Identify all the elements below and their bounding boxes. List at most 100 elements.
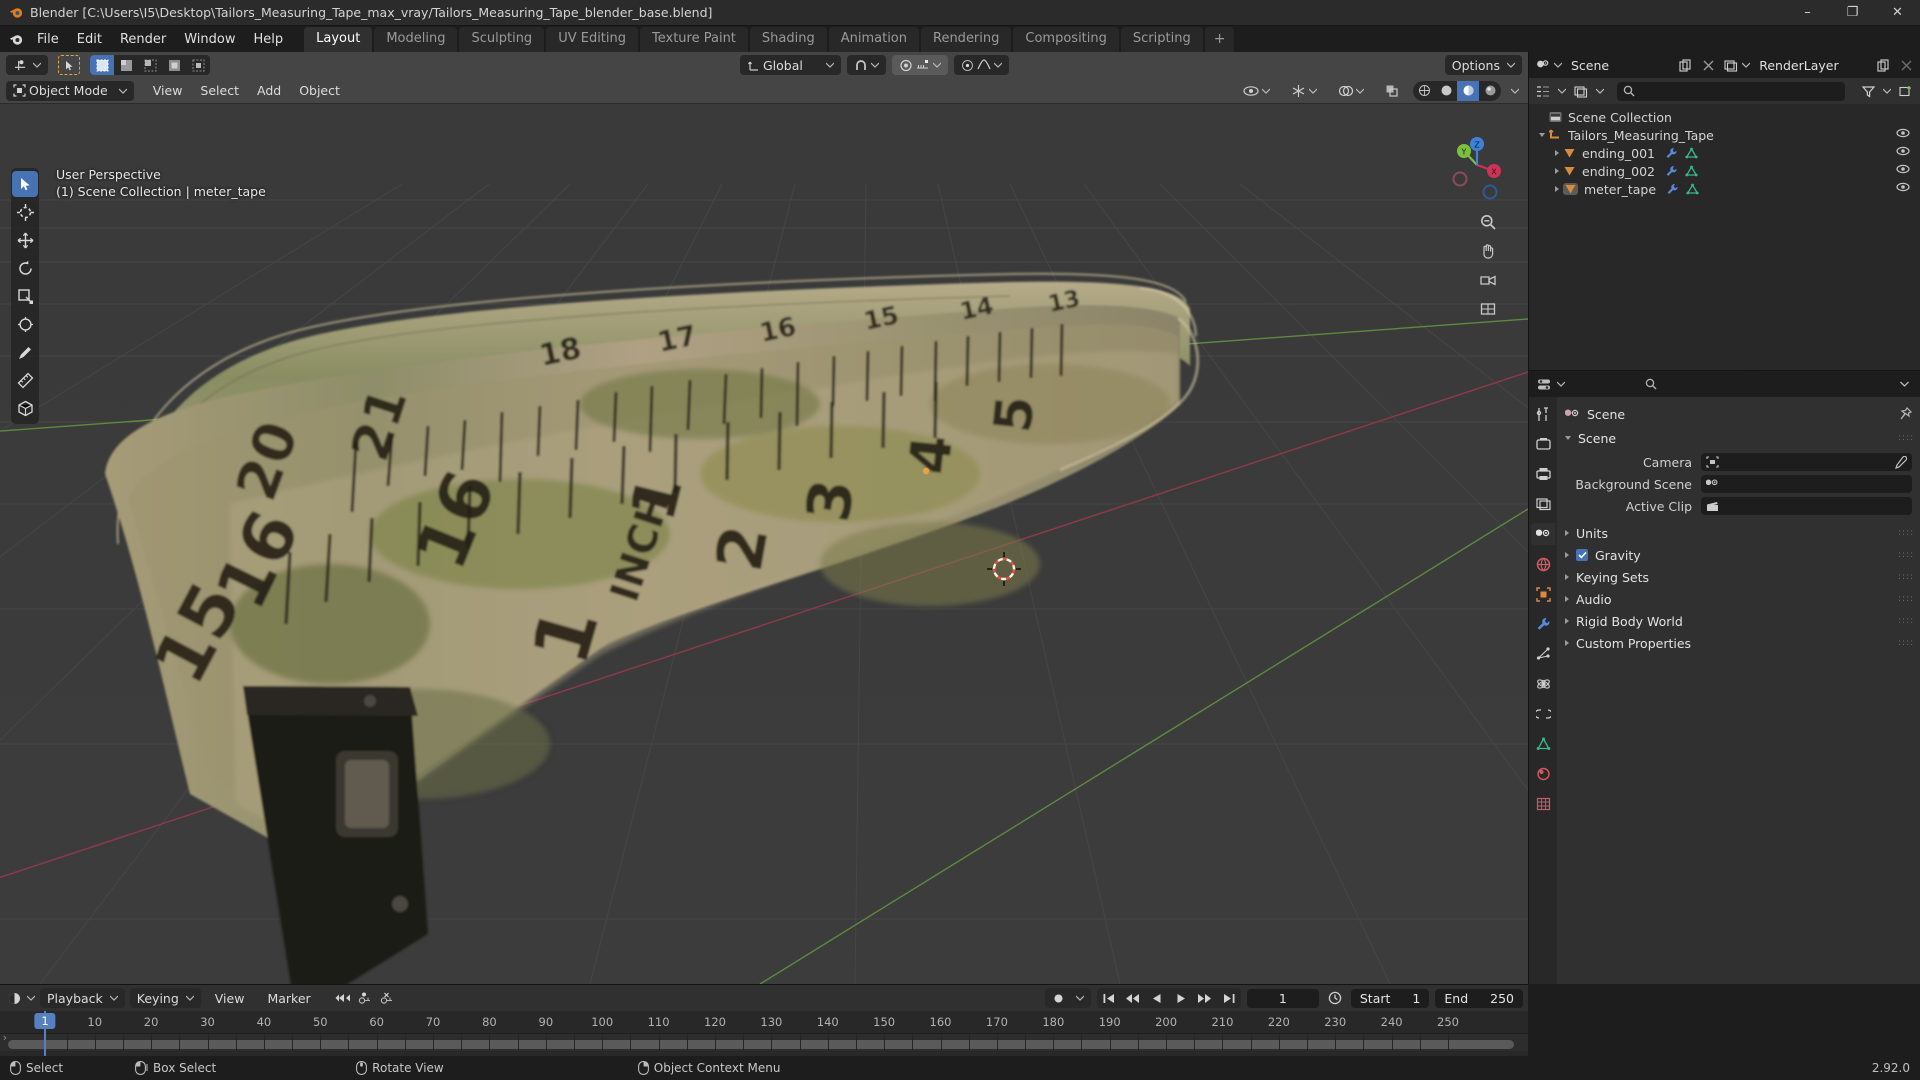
properties-tab-output[interactable] — [1531, 463, 1555, 485]
timeline-playback-dropdown[interactable]: Playback — [40, 988, 125, 1008]
panel-drag-dots[interactable]: :::: — [1898, 434, 1913, 443]
modifier-wrench-icon[interactable] — [1665, 165, 1678, 177]
outliner-row-tailors-measuring-tape[interactable]: Tailors_Measuring_Tape — [1529, 126, 1920, 144]
tab-modeling[interactable]: Modeling — [374, 27, 458, 52]
properties-options-dropdown[interactable] — [1895, 375, 1915, 394]
add-workspace-button[interactable]: + — [1204, 27, 1235, 52]
visibility-dropdown[interactable] — [1236, 81, 1277, 101]
properties-tab-render[interactable] — [1531, 433, 1555, 455]
menu-render[interactable]: Render — [111, 29, 175, 50]
active-tool-icon[interactable] — [6, 55, 48, 75]
viewport-canvas[interactable]: 15 16 20 21 16 1 1 2 3 4 5 INCH 18 17 16… — [0, 104, 1528, 984]
visibility-eye-icon[interactable] — [1896, 163, 1910, 175]
expander-closed-icon[interactable] — [1535, 150, 1563, 156]
expander-closed-icon[interactable] — [1535, 168, 1563, 174]
tool-cursor[interactable] — [12, 199, 38, 225]
insert-keyframe-icon[interactable] — [355, 989, 375, 1008]
shading-material-preview-icon[interactable] — [1457, 80, 1479, 101]
properties-search-input[interactable] — [1638, 374, 1754, 394]
panel-header-units[interactable]: Units :::: — [1565, 522, 1913, 544]
properties-editor-type-icon[interactable] — [1534, 375, 1554, 394]
tool-annotate[interactable] — [12, 339, 38, 365]
tab-animation[interactable]: Animation — [828, 27, 919, 52]
tool-transform[interactable] — [12, 311, 38, 337]
select-subtract-icon[interactable] — [138, 55, 162, 75]
shading-rendered-icon[interactable] — [1479, 81, 1501, 101]
end-frame-field[interactable]: End 250 — [1435, 988, 1523, 1008]
properties-tab-physics[interactable] — [1531, 673, 1555, 695]
panel-drag-dots[interactable]: :::: — [1898, 595, 1913, 604]
panel-header-keying-sets[interactable]: Keying Sets :::: — [1565, 566, 1913, 588]
tab-layout[interactable]: Layout — [304, 27, 373, 52]
viewport-menu-add[interactable]: Add — [248, 81, 290, 101]
panel-header-scene[interactable]: Scene :::: — [1565, 427, 1913, 449]
jump-to-keyframe-prev-icon[interactable] — [333, 989, 353, 1008]
snap-magnet-dropdown[interactable] — [846, 55, 886, 75]
viewport-menu-object[interactable]: Object — [290, 81, 349, 101]
scene-browse-icon[interactable] — [1533, 56, 1553, 75]
tool-scale[interactable] — [12, 283, 38, 309]
tool-measure[interactable] — [12, 367, 38, 393]
panel-drag-dots[interactable]: :::: — [1898, 639, 1913, 648]
timeline-menu-marker[interactable]: Marker — [258, 988, 319, 1008]
play-reverse-icon[interactable] — [1145, 988, 1169, 1008]
properties-tab-tool[interactable] — [1531, 403, 1555, 425]
menu-edit[interactable]: Edit — [68, 29, 111, 50]
properties-tab-scene[interactable] — [1531, 523, 1555, 545]
menu-file[interactable]: File — [28, 29, 68, 50]
navigation-gizmo[interactable]: X Y Z — [1442, 130, 1512, 200]
camera-view-icon[interactable] — [1476, 268, 1500, 292]
new-collection-icon[interactable] — [1896, 82, 1916, 101]
falloff-dropdown[interactable] — [953, 55, 1009, 75]
tab-sculpting[interactable]: Sculpting — [459, 27, 545, 52]
outliner-filter-collection-icon[interactable] — [1571, 82, 1591, 101]
property-field-camera[interactable] — [1701, 453, 1912, 471]
outliner-row-meter-tape[interactable]: meter_tape — [1529, 180, 1920, 198]
tool-move[interactable] — [12, 227, 38, 253]
properties-tab-object[interactable] — [1531, 583, 1555, 605]
panel-header-custom-properties[interactable]: Custom Properties :::: — [1565, 632, 1913, 654]
panel-drag-dots[interactable]: :::: — [1898, 529, 1913, 538]
properties-tab-material[interactable] — [1531, 763, 1555, 785]
modifier-wrench-icon[interactable] — [1666, 183, 1679, 195]
overlays-dropdown[interactable] — [1331, 81, 1371, 101]
properties-tab-texture[interactable] — [1531, 793, 1555, 815]
jump-to-start-icon[interactable] — [1097, 988, 1121, 1008]
timeline-horizontal-scrollbar[interactable] — [8, 1040, 1514, 1049]
toggle-ortho-icon[interactable] — [1476, 297, 1500, 321]
viewport-menu-view[interactable]: View — [144, 81, 192, 101]
tab-rendering[interactable]: Rendering — [921, 27, 1012, 52]
timeline-ruler[interactable]: 1102030405060708090100110120130140150160… — [0, 1011, 1528, 1033]
gizmos-dropdown[interactable] — [1284, 81, 1324, 101]
view-layer-browse-icon[interactable] — [1721, 56, 1741, 75]
tab-shading[interactable]: Shading — [749, 27, 827, 52]
properties-tab-object-data[interactable] — [1531, 733, 1555, 755]
visibility-eye-icon[interactable] — [1896, 145, 1910, 157]
panel-drag-dots[interactable]: :::: — [1898, 573, 1913, 582]
tool-rotate[interactable] — [12, 255, 38, 281]
properties-tab-world[interactable] — [1531, 553, 1555, 575]
close-button[interactable]: ✕ — [1875, 0, 1920, 26]
properties-tab-constraints[interactable] — [1531, 703, 1555, 725]
select-intersect-icon[interactable] — [186, 55, 210, 75]
property-field-active-clip[interactable] — [1701, 497, 1912, 515]
select-extend-icon[interactable] — [114, 55, 138, 75]
pan-hand-icon[interactable] — [1476, 239, 1500, 263]
outliner-filter-icon[interactable] — [1858, 82, 1878, 101]
current-frame-field[interactable]: 1 — [1246, 988, 1319, 1008]
panel-expander-icon[interactable] — [1565, 552, 1569, 558]
minimize-button[interactable]: – — [1785, 0, 1830, 26]
xray-toggle[interactable] — [1378, 81, 1406, 101]
view-layer-name-field[interactable]: RenderLayer — [1753, 55, 1870, 75]
properties-tab-modifiers[interactable] — [1531, 613, 1555, 635]
maximize-button[interactable]: ❐ — [1830, 0, 1875, 26]
property-field-background-scene[interactable] — [1701, 475, 1912, 493]
auto-keying-toggle[interactable] — [1044, 988, 1091, 1008]
panel-header-audio[interactable]: Audio :::: — [1565, 588, 1913, 610]
remove-view-layer-icon[interactable] — [1896, 56, 1916, 75]
play-icon[interactable] — [1169, 988, 1193, 1008]
panel-expander-icon[interactable] — [1565, 574, 1569, 580]
panel-expander-icon[interactable] — [1565, 530, 1569, 536]
tab-texture-paint[interactable]: Texture Paint — [640, 27, 748, 52]
timeline-keying-dropdown[interactable]: Keying — [129, 988, 201, 1008]
